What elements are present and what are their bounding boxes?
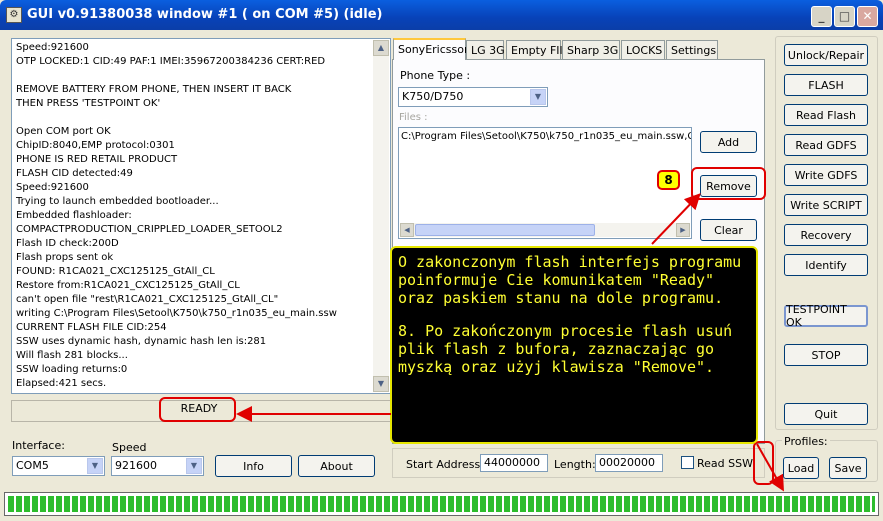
load-button[interactable]: Load <box>783 457 819 479</box>
length-input[interactable]: 00020000 <box>595 454 663 472</box>
save-button[interactable]: Save <box>829 457 867 479</box>
progress-fill <box>8 496 875 512</box>
log-line: can't open file "rest\R1CA021_CXC125125_… <box>16 294 279 305</box>
chevron-down-icon[interactable]: ▼ <box>530 89 546 105</box>
identify-button[interactable]: Identify <box>784 254 868 276</box>
profiles-label: Profiles: <box>782 435 830 448</box>
log-line: FLASH CID detected:49 <box>16 168 133 179</box>
log-lines: Speed:921600 OTP LOCKED:1 CID:49 PAF:1 IM… <box>16 41 386 391</box>
interface-label: Interface: <box>12 439 65 452</box>
step-badge: 8 <box>657 170 680 190</box>
log-line: FOUND: R1CA021_CXC125125_GtAll_CL <box>16 266 215 277</box>
tab-sharp-3g[interactable]: Sharp 3G <box>562 40 620 59</box>
speed-label: Speed <box>112 441 147 454</box>
tab-empty-fill[interactable]: Empty FIll <box>506 40 566 59</box>
log-line: PHONE IS RED RETAIL PRODUCT <box>16 154 178 165</box>
speed-value: 921600 <box>115 459 157 472</box>
write-gdfs-button[interactable]: Write GDFS <box>784 164 868 186</box>
scroll-left-icon[interactable]: ◀ <box>400 223 414 237</box>
chevron-down-icon[interactable]: ▼ <box>87 458 103 474</box>
log-line: Elapsed:421 secs. <box>16 378 107 389</box>
log-line: THEN PRESS 'TESTPOINT OK' <box>16 98 161 109</box>
recovery-button[interactable]: Recovery <box>784 224 868 246</box>
log-line: REMOVE BATTERY FROM PHONE, THEN INSERT I… <box>16 84 292 95</box>
note-paragraph-1: O zakonczonym flash interfejs programu p… <box>398 253 742 307</box>
scroll-up-icon[interactable]: ▲ <box>373 40 389 56</box>
note-paragraph-2: 8. Po zakończonym procesie flash usuń pl… <box>398 322 733 376</box>
log-line: SSW loading returns:0 <box>16 364 128 375</box>
phone-type-select[interactable]: K750/D750 ▼ <box>398 87 548 107</box>
length-label: Length: <box>554 458 596 471</box>
log-line: Flash props sent ok <box>16 252 114 263</box>
log-line: writing C:\Program Files\Setool\K750\k75… <box>16 308 337 319</box>
read-ssw-label: Read SSW <box>697 457 753 470</box>
title-bar[interactable]: ⚙ GUI v0.91380038 window #1 ( on COM #5)… <box>0 0 883 30</box>
chevron-down-icon[interactable]: ▼ <box>186 458 202 474</box>
testpoint-ok-button[interactable]: TESTPOINT OK <box>784 303 868 329</box>
log-line: Speed:921600 <box>16 42 89 53</box>
scroll-down-icon[interactable]: ▼ <box>373 376 389 392</box>
log-line: Trying to launch embedded bootloader... <box>16 196 219 207</box>
about-button[interactable]: About <box>298 455 375 477</box>
instruction-note: O zakonczonym flash interfejs programu p… <box>390 246 758 444</box>
add-button[interactable]: Add <box>700 131 757 153</box>
log-line: Flash ID check:200D <box>16 238 119 249</box>
log-scrollbar[interactable]: ▲ ▼ <box>373 40 389 392</box>
log-output[interactable]: Speed:921600 OTP LOCKED:1 CID:49 PAF:1 IM… <box>11 38 391 394</box>
profiles-highlight <box>753 441 774 485</box>
close-button[interactable]: ✕ <box>857 6 878 27</box>
interface-select[interactable]: COM5 ▼ <box>12 456 105 476</box>
app-icon[interactable]: ⚙ <box>6 7 22 23</box>
files-list[interactable]: C:\Program Files\Setool\K750\k750_r1n035… <box>398 127 692 239</box>
stop-button[interactable]: STOP <box>784 344 868 366</box>
scroll-thumb[interactable] <box>415 224 595 236</box>
info-button[interactable]: Info <box>215 455 292 477</box>
ready-highlight <box>159 397 236 422</box>
quit-button[interactable]: Quit <box>784 403 868 425</box>
log-line: CURRENT FLASH FILE CID:254 <box>16 322 167 333</box>
progress-bar <box>4 492 879 516</box>
log-line: Open COM port OK <box>16 126 111 137</box>
window-title: GUI v0.91380038 window #1 ( on COM #5) (… <box>27 7 383 22</box>
start-address-label: Start Address: <box>406 458 484 471</box>
log-line: Speed:921600 <box>16 182 89 193</box>
write-script-button[interactable]: Write SCRIPT <box>784 194 868 216</box>
tab-sonyericsson[interactable]: SonyEricsson <box>393 38 471 60</box>
tab-settings[interactable]: Settings <box>666 40 718 59</box>
minimize-button[interactable]: _ <box>811 6 832 27</box>
interface-value: COM5 <box>16 459 49 472</box>
maximize-button[interactable]: □ <box>834 6 855 27</box>
flash-button[interactable]: FLASH <box>784 74 868 96</box>
file-item[interactable]: C:\Program Files\Setool\K750\k750_r1n035… <box>401 131 691 142</box>
log-line: SSW uses dynamic hash, dynamic hash len … <box>16 336 267 347</box>
log-line: Restore from:R1CA021_CXC125125_GtAll_CL <box>16 280 240 291</box>
phone-type-label: Phone Type : <box>400 69 471 82</box>
phone-type-value: K750/D750 <box>402 90 464 103</box>
log-line: OTP LOCKED:1 CID:49 PAF:1 IMEI:359672003… <box>16 56 326 67</box>
read-ssw-checkbox[interactable] <box>681 456 694 469</box>
log-line: ChipID:8040,EMP protocol:0301 <box>16 140 175 151</box>
read-gdfs-button[interactable]: Read GDFS <box>784 134 868 156</box>
tab-lg-3g[interactable]: LG 3G <box>466 40 505 59</box>
clear-button[interactable]: Clear <box>700 219 757 241</box>
scroll-right-icon[interactable]: ▶ <box>676 223 690 237</box>
files-label: Files : <box>399 112 428 123</box>
speed-select[interactable]: 921600 ▼ <box>111 456 204 476</box>
log-line: Will flash 281 blocks... <box>16 350 128 361</box>
files-scrollbar[interactable]: ◀ ▶ <box>400 223 690 237</box>
log-line: COMPACTPRODUCTION_CRIPPLED_LOADER_SETOOL… <box>16 224 283 235</box>
log-line: Embedded flashloader: <box>16 210 132 221</box>
unlock-repair-button[interactable]: Unlock/Repair <box>784 44 868 66</box>
start-address-input[interactable]: 44000000 <box>480 454 548 472</box>
read-flash-button[interactable]: Read Flash <box>784 104 868 126</box>
tab-locks[interactable]: LOCKS <box>621 40 665 59</box>
remove-highlight <box>691 167 766 200</box>
